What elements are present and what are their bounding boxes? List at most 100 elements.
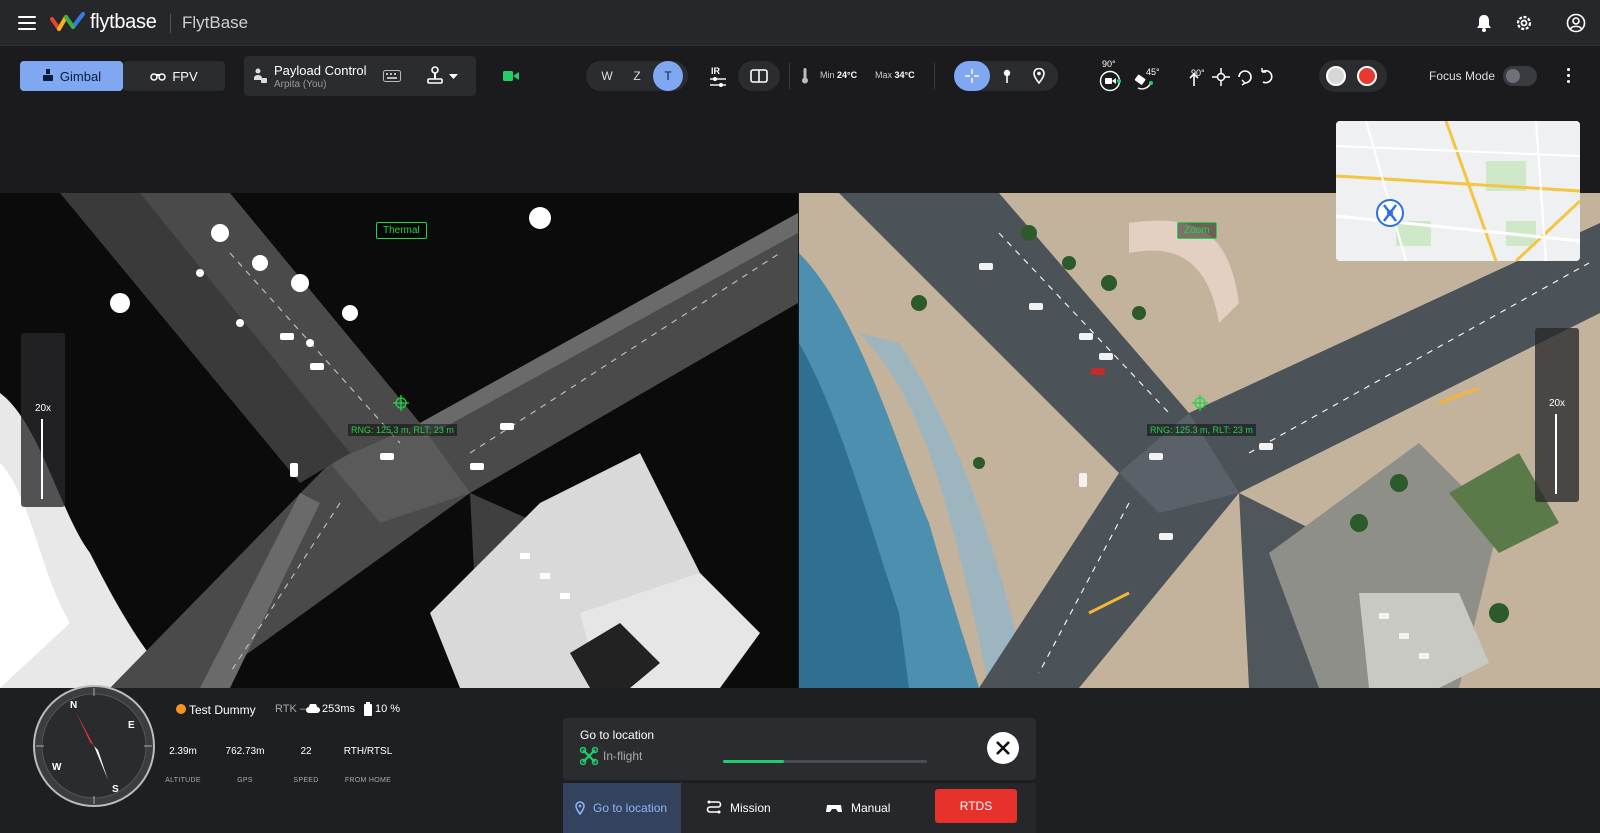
pin-icon[interactable] [1002, 69, 1012, 83]
target-mode-selector [954, 61, 1058, 91]
rtds-button[interactable]: RTDS [935, 789, 1017, 823]
gimbal-tab-label: Gimbal [59, 68, 102, 84]
crosshair-icon [965, 69, 979, 83]
home-distance-label: FROM HOME [344, 777, 392, 784]
battery-level: 10 % [375, 703, 401, 715]
svg-text:E: E [128, 720, 135, 731]
lens-wide[interactable]: W [592, 61, 622, 91]
controller-user-icon [254, 68, 267, 83]
thermal-feed[interactable]: Thermal RNG: 125.3 m, RLT: 23 m [0, 193, 798, 688]
minimap-image [1336, 121, 1580, 261]
zoom-image [799, 193, 1600, 688]
gps-label: GPS [237, 777, 253, 784]
zoom-zoom-slider[interactable]: 20x [1535, 328, 1579, 502]
close-icon [996, 741, 1010, 755]
fpv-tab-label: FPV [172, 68, 198, 84]
svg-text:W: W [52, 762, 62, 773]
cancel-mission-button[interactable] [987, 732, 1019, 764]
pitch-90-label: 90° [1102, 59, 1116, 69]
payload-control[interactable]: Payload Control Arpita (You) [244, 56, 476, 96]
altitude-value: 2.39m [169, 746, 197, 757]
lens-thermal[interactable]: T [653, 61, 683, 91]
bell-icon[interactable] [1474, 13, 1494, 33]
workspace-name: FlytBase [182, 13, 249, 32]
ir-label: IR [711, 66, 720, 76]
lens-zoom[interactable]: Z [622, 61, 652, 91]
thermal-range-readout: RNG: 125.3 m, RLT: 23 m [348, 424, 457, 436]
toolbar-divider [789, 63, 790, 89]
minimap[interactable] [1336, 121, 1580, 261]
payload-user: Arpita (You) [274, 79, 327, 90]
tab-go-to-location[interactable]: Go to location [563, 783, 681, 833]
thermal-zoom-level: 20x [34, 403, 52, 414]
camera-pitch-45-icon[interactable] [1132, 70, 1156, 92]
drone-status-dot [176, 704, 186, 714]
tab-mission[interactable]: Mission [706, 783, 771, 833]
thermometer-icon [802, 68, 808, 84]
tab-manual[interactable]: Manual [825, 783, 890, 833]
location-marker-icon[interactable] [1033, 68, 1045, 84]
zoom-feed[interactable]: Zoom RNG: 125.3 m, RLT: 23 m [799, 193, 1600, 688]
zoom-tag: Zoom [1177, 222, 1217, 239]
altitude-label: ALTITUDE [165, 777, 201, 784]
capture-controls [1319, 60, 1387, 92]
tab-go-to-location-label: Go to location [593, 801, 668, 815]
chevron-down-icon[interactable] [449, 74, 458, 80]
temp-max: Max 34°C [875, 70, 915, 80]
photo-capture-button[interactable] [1326, 66, 1346, 86]
gimbal-reset-icon[interactable] [1259, 68, 1275, 86]
temp-max-label: Max [875, 70, 893, 80]
mission-state: In-flight [603, 749, 643, 763]
gimbal-tab[interactable]: Gimbal [20, 61, 123, 91]
gimbal-icon [42, 69, 53, 81]
joystick-icon[interactable] [426, 66, 444, 86]
fpv-tab[interactable]: FPV [123, 61, 225, 91]
drone-icon [580, 747, 598, 765]
brand-divider [170, 14, 171, 33]
gear-icon[interactable] [1514, 13, 1534, 33]
latency: 253ms [322, 703, 356, 715]
more-options-icon[interactable] [1567, 68, 1571, 86]
thermal-image [0, 193, 798, 688]
svg-text:N: N [70, 700, 77, 711]
crosshair-mode-button[interactable] [954, 61, 990, 91]
tab-mission-label: Mission [730, 801, 771, 815]
zoom-zoom-track[interactable] [1555, 414, 1557, 494]
gimbal-yaw-icon[interactable] [1236, 68, 1254, 86]
tab-manual-label: Manual [851, 801, 891, 815]
gamepad-icon [826, 805, 842, 812]
binoculars-icon [150, 73, 167, 81]
mission-progress-fill [723, 760, 785, 763]
menu-icon[interactable] [18, 16, 36, 30]
video-camera-icon[interactable] [503, 70, 519, 82]
gimbal-rotate-icon[interactable] [1187, 72, 1201, 88]
rtk-status: RTK – [275, 703, 306, 715]
thermal-tag: Thermal [376, 222, 427, 239]
ir-settings-icon[interactable] [710, 76, 726, 88]
top-bar: flytbase FlytBase [0, 0, 1600, 46]
keyboard-icon[interactable] [383, 70, 401, 82]
temp-min-value: 24°C [837, 70, 858, 80]
gimbal-center-icon[interactable] [1212, 68, 1230, 86]
thermal-zoom-track[interactable] [41, 419, 43, 499]
speed-value: 22 [300, 746, 312, 757]
temp-max-value: 34°C [894, 70, 915, 80]
split-view-toggle[interactable] [738, 61, 780, 91]
record-button[interactable] [1357, 66, 1377, 86]
svg-text:S: S [112, 784, 119, 795]
thermal-zoom-slider[interactable]: 20x [21, 333, 65, 507]
focus-mode-toggle[interactable] [1503, 66, 1537, 86]
temp-min: Min 24°C [820, 70, 857, 80]
temp-min-label: Min [820, 70, 835, 80]
camera-pitch-down-icon[interactable] [1099, 70, 1123, 92]
location-pin-icon [575, 801, 585, 815]
payload-title: Payload Control [274, 63, 367, 78]
speed-label: SPEED [293, 777, 319, 784]
active-mission-card: Go to location In-flight [563, 718, 1036, 780]
flight-mode-tabs: Go to location Mission Manual RTDS [563, 783, 1036, 833]
logo-wordmark: flytbase [90, 11, 157, 33]
zoom-crosshair-icon [1192, 395, 1208, 411]
account-icon[interactable] [1566, 13, 1586, 33]
drone-position-icon [1376, 199, 1404, 227]
mission-progress [723, 760, 927, 763]
